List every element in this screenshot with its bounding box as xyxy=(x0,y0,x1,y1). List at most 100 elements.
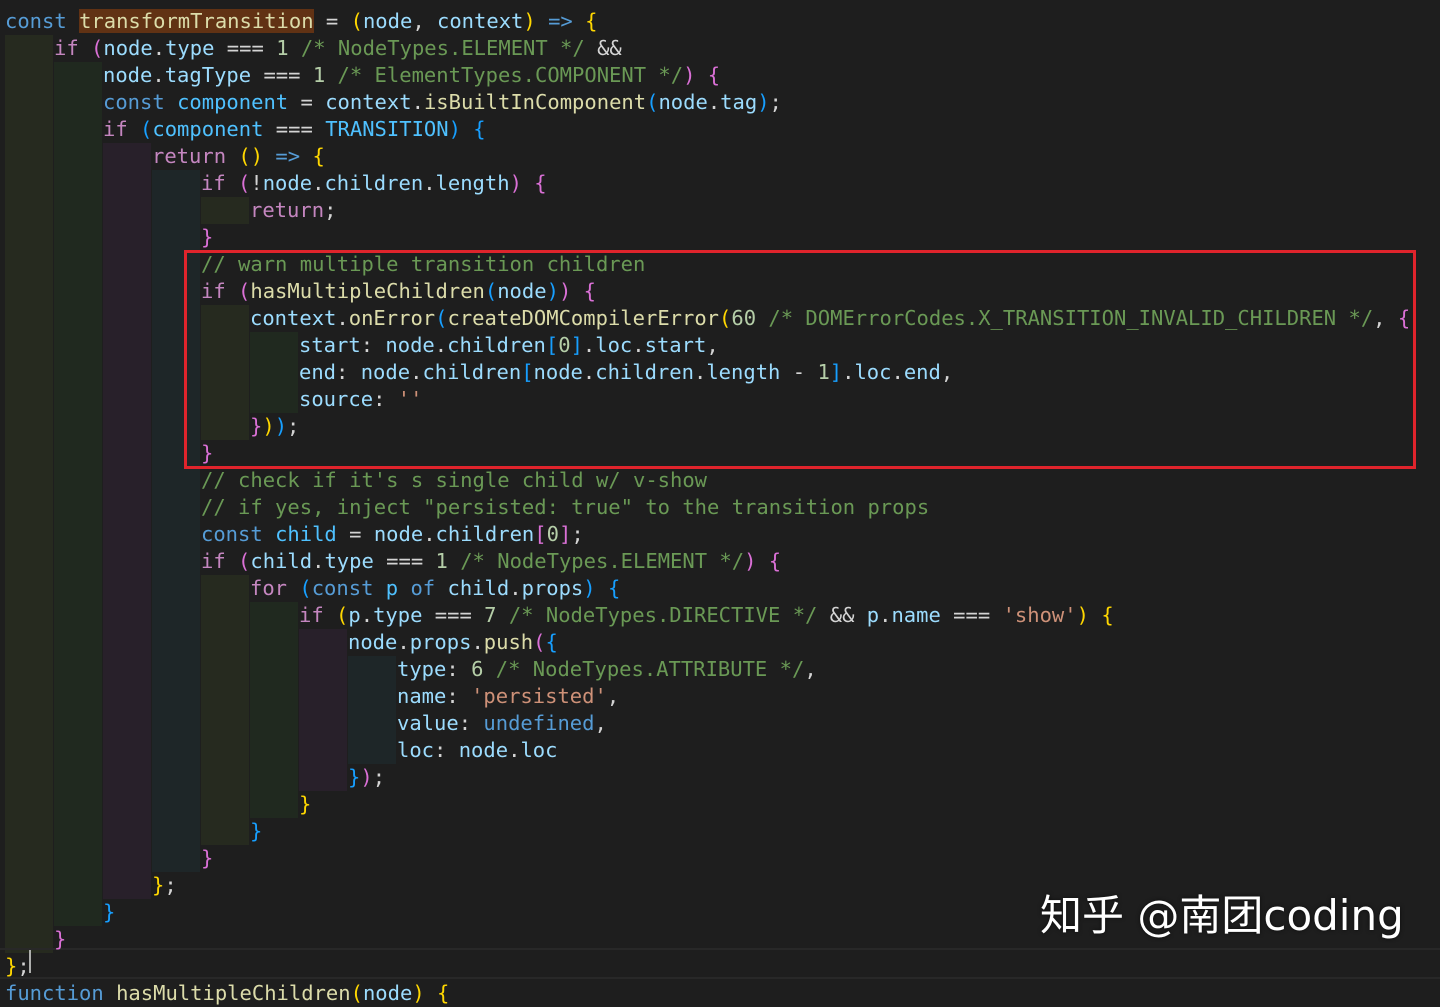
code-token: props xyxy=(409,630,472,654)
indent-guide xyxy=(103,143,151,899)
code-token: ; xyxy=(769,90,782,114)
code-token: /* NodeTypes.ATTRIBUTE */ xyxy=(483,657,805,681)
code-line[interactable]: const transformTransition = (node, conte… xyxy=(5,8,597,35)
code-line[interactable]: name: 'persisted', xyxy=(397,683,619,710)
code-line[interactable]: node.tagType === 1 /* ElementTypes.COMPO… xyxy=(103,62,720,89)
code-token: name xyxy=(891,603,941,627)
code-line[interactable]: } xyxy=(54,926,66,953)
code-token: ( xyxy=(238,171,251,195)
code-line[interactable]: }; xyxy=(5,953,30,980)
code-line[interactable]: // if yes, inject "persisted: true" to t… xyxy=(201,494,929,521)
code-line[interactable]: }); xyxy=(348,764,385,791)
code-token: : xyxy=(446,657,472,681)
code-token: , xyxy=(606,684,620,708)
code-token: ( xyxy=(533,630,546,654)
code-token: . xyxy=(879,603,892,627)
code-token: type xyxy=(397,657,447,681)
code-token: node xyxy=(658,90,708,114)
code-token: . xyxy=(152,63,165,87)
code-line[interactable]: } xyxy=(250,818,262,845)
code-line[interactable]: } xyxy=(201,224,213,251)
code-line[interactable]: if (component === TRANSITION) { xyxy=(103,116,486,143)
text-cursor xyxy=(29,950,31,973)
indent-guide xyxy=(5,35,53,953)
code-token: component xyxy=(152,117,264,141)
code-token: ; xyxy=(17,954,30,978)
code-token: } xyxy=(103,900,116,924)
code-token: . xyxy=(360,603,374,627)
code-token: { xyxy=(768,549,782,573)
code-line[interactable]: } xyxy=(201,845,213,872)
code-token: . xyxy=(397,630,410,654)
code-token: } xyxy=(348,765,361,789)
code-line[interactable]: node.props.push({ xyxy=(348,629,558,656)
code-token: , xyxy=(412,9,437,33)
code-token: type xyxy=(165,36,215,60)
indent-guide xyxy=(299,629,347,791)
code-token: loc xyxy=(520,738,558,762)
code-line[interactable]: if (!node.children.length) { xyxy=(201,170,547,197)
code-token: if xyxy=(54,36,92,60)
code-token: ) xyxy=(523,9,536,33)
indent-guide xyxy=(348,656,396,764)
code-token: /* NodeTypes.ELEMENT */ xyxy=(447,549,745,573)
code-token: : xyxy=(446,684,472,708)
code-line[interactable]: return () => { xyxy=(152,143,325,170)
code-token: child xyxy=(447,576,510,600)
code-line[interactable]: if (node.type === 1 /* NodeTypes.ELEMENT… xyxy=(54,35,622,62)
code-token: node xyxy=(348,630,398,654)
code-token: . xyxy=(509,576,522,600)
code-line[interactable]: value: undefined, xyxy=(397,710,607,737)
code-line[interactable]: const child = node.children[0]; xyxy=(201,521,584,548)
code-line[interactable]: function hasMultipleChildren(node) { xyxy=(5,980,449,1007)
code-line[interactable]: if (child.type === 1 /* NodeTypes.ELEMEN… xyxy=(201,548,781,575)
code-token: loc xyxy=(397,738,435,762)
code-token: length xyxy=(435,171,510,195)
code-line[interactable]: if (p.type === 7 /* NodeTypes.DIRECTIVE … xyxy=(299,602,1114,629)
code-token: { xyxy=(607,576,621,600)
code-line[interactable]: } xyxy=(299,791,311,818)
code-token: === xyxy=(373,549,436,573)
code-token: const xyxy=(201,522,276,546)
code-token: === xyxy=(251,63,313,87)
code-token: ) xyxy=(412,981,425,1005)
code-token: . xyxy=(423,522,436,546)
code-token: && xyxy=(584,36,622,60)
code-token: } xyxy=(299,792,312,816)
code-token: const xyxy=(103,90,178,114)
code-token: 1 xyxy=(435,549,448,573)
code-line[interactable]: for (const p of child.props) { xyxy=(250,575,620,602)
code-token: context xyxy=(325,90,412,114)
code-token: } xyxy=(54,927,67,951)
code-token: . xyxy=(423,171,436,195)
code-line[interactable]: type: 6 /* NodeTypes.ATTRIBUTE */, xyxy=(397,656,817,683)
code-line[interactable]: // check if it's s single child w/ v-sho… xyxy=(201,467,707,494)
indent-guide xyxy=(54,62,102,926)
code-token: ] xyxy=(558,522,572,546)
code-token: { xyxy=(585,9,598,33)
code-token: : xyxy=(458,711,484,735)
code-line[interactable]: } xyxy=(103,899,115,926)
code-token: === xyxy=(422,603,485,627)
code-line[interactable]: loc: node.loc xyxy=(397,737,557,764)
code-token: ) xyxy=(360,765,373,789)
code-token: for xyxy=(250,576,300,600)
code-token: child xyxy=(275,522,337,546)
code-token: ( xyxy=(238,549,251,573)
code-token: undefined xyxy=(483,711,595,735)
code-token: = xyxy=(313,9,351,33)
code-token: ) xyxy=(1076,603,1089,627)
code-line[interactable]: const component = context.isBuiltInCompo… xyxy=(103,89,782,116)
code-line[interactable]: }; xyxy=(152,872,177,899)
code-line[interactable]: return; xyxy=(250,197,336,224)
code-editor[interactable]: const transformTransition = (node, conte… xyxy=(0,0,1440,1005)
code-token: /* NodeTypes.DIRECTIVE */ xyxy=(496,603,818,627)
code-token: { xyxy=(707,63,721,87)
code-token: . xyxy=(152,36,166,60)
code-token: ; xyxy=(372,765,386,789)
code-token: ) xyxy=(744,549,757,573)
code-token: p xyxy=(385,576,399,600)
code-token: isBuiltInComponent xyxy=(423,90,647,114)
code-token: } xyxy=(250,819,263,843)
